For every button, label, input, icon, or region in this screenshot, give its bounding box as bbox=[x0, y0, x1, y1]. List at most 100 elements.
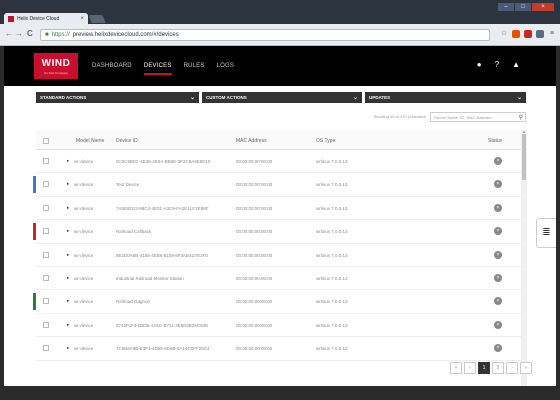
nav-rules[interactable]: RULES bbox=[184, 63, 205, 75]
status-offline-icon[interactable]: × bbox=[494, 320, 502, 329]
tab-strip: Helix Device Cloud × – □ × bbox=[0, 0, 560, 24]
vertical-scrollbar[interactable]: ▴ ▾ bbox=[521, 129, 527, 400]
status-offline-icon[interactable]: × bbox=[494, 203, 502, 212]
reload-icon[interactable]: C bbox=[27, 30, 33, 38]
side-panel-toggle[interactable]: ≣ bbox=[536, 218, 556, 248]
forward-icon[interactable]: → bbox=[15, 30, 23, 38]
col-status[interactable]: Status bbox=[488, 138, 502, 144]
notifications-icon[interactable]: ▲ bbox=[512, 61, 520, 69]
cell-device-id[interactable]: 9E2D0A6B-4158-4EB6-8109-6F3AB4D7E2F0 bbox=[116, 253, 232, 258]
expand-arrow-icon[interactable]: ▸ bbox=[67, 252, 69, 258]
help-icon[interactable]: ? bbox=[495, 61, 499, 69]
expand-arrow-icon[interactable]: ▸ bbox=[67, 275, 69, 281]
row-checkbox[interactable] bbox=[43, 158, 49, 164]
page-next-button[interactable]: › bbox=[506, 362, 518, 374]
row-checkbox[interactable] bbox=[43, 251, 49, 258]
cell-device-id[interactable]: 8743F1F4-DB36-4A6C-B711-3E5E5B26C93D bbox=[116, 323, 232, 328]
select-all-checkbox[interactable] bbox=[43, 138, 49, 144]
table-row[interactable]: ▸ wr-device Railroad Callback 00:00:00:00:0… bbox=[33, 220, 526, 244]
col-os-type[interactable]: OS Type bbox=[316, 138, 335, 144]
tab-title: Helix Device Cloud bbox=[17, 15, 60, 22]
chevron-down-icon: ⌄ bbox=[516, 95, 522, 101]
status-offline-icon[interactable]: × bbox=[494, 157, 502, 165]
cell-mac-address: 00:00:00:00:00:00 bbox=[236, 275, 273, 281]
expand-arrow-icon[interactable]: ▸ bbox=[67, 228, 69, 234]
row-checkbox[interactable] bbox=[43, 274, 49, 281]
cell-os-type: wrlinux 7.0.0.13 bbox=[316, 205, 348, 211]
extension-icon[interactable] bbox=[512, 30, 520, 38]
cell-device-id[interactable]: Industrial Railroad Monitor Station bbox=[116, 276, 232, 281]
row-checkbox[interactable] bbox=[43, 345, 49, 352]
row-checkbox[interactable] bbox=[43, 204, 49, 211]
updates-dropdown[interactable]: UPDATES ⌄ bbox=[365, 92, 526, 103]
row-checkbox[interactable] bbox=[43, 228, 49, 235]
page-1-button[interactable]: 1 bbox=[478, 362, 490, 374]
browser-menu-icon[interactable]: ≡ bbox=[548, 30, 556, 38]
new-tab-button[interactable] bbox=[88, 15, 106, 23]
table-row[interactable]: ▸ wr-device 7C5B6A9B-E3F1-4D68-8D6B-9A14C0… bbox=[36, 337, 526, 361]
table-row[interactable]: ▸ wr-device 9E2D0A6B-4158-4EB6-8109-6F3AB4… bbox=[36, 244, 526, 267]
table-row[interactable]: ▸ wr-device 7A5E8D12-98C4-4E01-A3C9-FA2E11… bbox=[36, 197, 526, 221]
expand-arrow-icon[interactable]: ▸ bbox=[67, 345, 69, 351]
table-row[interactable]: ▸ wr-device 8743F1F4-DB36-4A6C-B711-3E5E5B… bbox=[36, 314, 526, 338]
status-offline-icon[interactable]: × bbox=[494, 227, 502, 236]
table-row[interactable]: ▸ wr-device Railroad Gagnon 00:00:00:00:00:… bbox=[33, 290, 526, 314]
search-placeholder: Device Name, ID, MAC Address... bbox=[434, 115, 495, 120]
expand-arrow-icon[interactable]: ▸ bbox=[67, 205, 69, 211]
col-device-id[interactable]: Device ID bbox=[116, 138, 138, 144]
cell-device-id[interactable]: 7A5E8D12-98C4-4E01-A3C9-FA2E11C7E88F bbox=[116, 206, 232, 211]
user-icon[interactable]: ● bbox=[477, 61, 482, 69]
back-icon[interactable]: ← bbox=[5, 30, 13, 38]
cell-device-id[interactable]: 0C0C6B0C-4E48-4E5A-BB6E-3F2C8A9E9D10 bbox=[116, 159, 232, 164]
close-window-button[interactable]: × bbox=[532, 3, 554, 11]
cell-device-id[interactable]: 7C5B6A9B-E3F1-4D68-8D6B-9A14C0FF25C4 bbox=[116, 346, 232, 351]
col-mac-address[interactable]: MAC Address bbox=[236, 138, 267, 144]
action-bar: STANDARD ACTIONS ⌄ CUSTOM ACTIONS ⌄ UPDA… bbox=[36, 92, 526, 103]
nav-logs[interactable]: LOGS bbox=[217, 63, 234, 75]
col-model-name[interactable]: Model Name bbox=[76, 138, 104, 144]
tab-close-icon[interactable]: × bbox=[80, 16, 84, 22]
page-prev-button[interactable]: ‹ bbox=[464, 362, 476, 374]
cell-model-name: wr-device bbox=[74, 275, 94, 281]
page-last-button[interactable]: » bbox=[520, 362, 532, 374]
cell-device-id[interactable]: Test Device bbox=[116, 182, 232, 187]
maximize-button[interactable]: □ bbox=[515, 3, 531, 11]
status-offline-icon[interactable]: × bbox=[494, 180, 502, 189]
status-offline-icon[interactable]: × bbox=[494, 273, 502, 282]
page-first-button[interactable]: « bbox=[450, 362, 462, 374]
standard-actions-dropdown[interactable]: STANDARD ACTIONS ⌄ bbox=[36, 92, 199, 103]
brand-logo[interactable]: WIND An Intel Company bbox=[34, 53, 78, 79]
expand-arrow-icon[interactable]: ▸ bbox=[67, 181, 69, 187]
table-body: ▸ wr-device 0C0C6B0C-4E48-4E5A-BB6E-3F2C8A… bbox=[33, 150, 526, 361]
extension-icon[interactable] bbox=[524, 30, 532, 38]
custom-actions-dropdown[interactable]: CUSTOM ACTIONS ⌄ bbox=[202, 92, 362, 103]
extension-icon[interactable] bbox=[536, 30, 544, 38]
pagination: « ‹ 1 2 › » bbox=[450, 362, 532, 374]
address-bar[interactable]: ■ https://preview.helixdevicecloud.com/#… bbox=[40, 29, 490, 41]
expand-arrow-icon[interactable]: ▸ bbox=[67, 298, 69, 304]
expand-arrow-icon[interactable]: ▸ bbox=[67, 322, 69, 328]
cell-device-id[interactable]: Railroad Callback bbox=[116, 229, 232, 234]
expand-arrow-icon[interactable]: ▸ bbox=[67, 158, 69, 164]
nav-dashboard[interactable]: DASHBOARD bbox=[92, 63, 132, 75]
status-offline-icon[interactable]: × bbox=[494, 250, 502, 259]
table-row[interactable]: ▸ wr-device 0C0C6B0C-4E48-4E5A-BB6E-3F2C8A… bbox=[36, 150, 526, 174]
search-input[interactable]: Device Name, ID, MAC Address... ⚲ bbox=[430, 112, 526, 122]
cell-os-type: wrlinux 7.0.0.13 bbox=[316, 275, 348, 281]
scrollbar-thumb[interactable] bbox=[522, 134, 526, 180]
nav-devices[interactable]: DEVICES bbox=[143, 63, 172, 75]
row-checkbox[interactable] bbox=[43, 181, 49, 188]
browser-tab[interactable]: Helix Device Cloud × bbox=[4, 13, 88, 24]
table-row[interactable]: ▸ wr-device Industrial Railroad Monitor St… bbox=[36, 267, 526, 291]
minimize-button[interactable]: – bbox=[498, 3, 514, 11]
status-offline-icon[interactable]: × bbox=[494, 344, 502, 353]
cell-model-name: wr-device bbox=[74, 182, 94, 188]
cell-mac-address: 00:00:00:00:00:00 bbox=[236, 182, 273, 188]
status-offline-icon[interactable]: × bbox=[494, 297, 502, 306]
table-row[interactable]: ▸ wr-device Test Device 00:00:00:00:00:00 wr… bbox=[33, 173, 526, 197]
row-checkbox[interactable] bbox=[43, 298, 49, 305]
page-2-button[interactable]: 2 bbox=[492, 362, 504, 374]
bookmark-star-icon[interactable]: ☆ bbox=[500, 30, 508, 38]
cell-device-id[interactable]: Railroad Gagnon bbox=[116, 299, 232, 304]
row-checkbox[interactable] bbox=[43, 321, 49, 328]
